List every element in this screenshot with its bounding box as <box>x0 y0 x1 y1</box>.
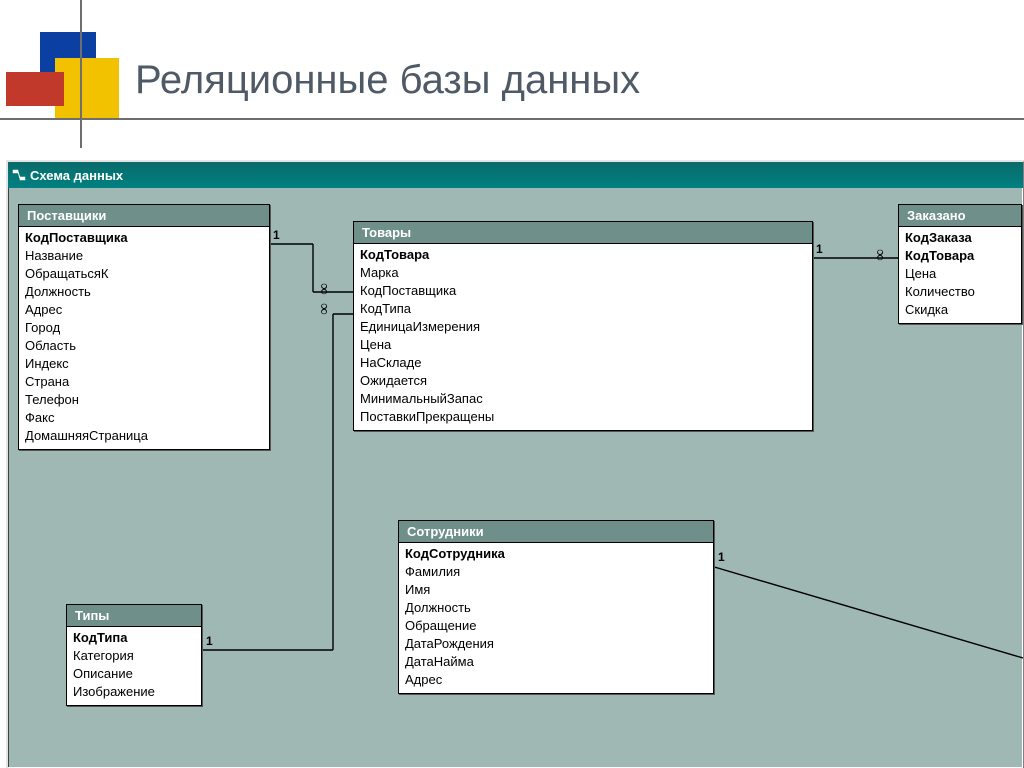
slide-title: Реляционные базы данных <box>135 58 640 103</box>
field[interactable]: КодПоставщика <box>360 282 806 300</box>
window-titlebar[interactable]: Схема данных <box>8 162 1023 188</box>
cardinality-label: 1 <box>816 242 823 256</box>
field[interactable]: Индекс <box>25 355 263 373</box>
field[interactable]: Название <box>25 247 263 265</box>
field[interactable]: ПоставкиПрекращены <box>360 408 806 426</box>
entity-body: КодТовара Марка КодПоставщика КодТипа Ед… <box>354 244 812 430</box>
field[interactable]: Изображение <box>73 683 195 701</box>
relationships-icon <box>12 168 26 182</box>
field[interactable]: КодТипа <box>73 629 195 647</box>
entity-header: Сотрудники <box>399 521 713 543</box>
field[interactable]: НаСкладе <box>360 354 806 372</box>
entity-employees[interactable]: Сотрудники КодСотрудника Фамилия Имя Дол… <box>398 520 714 694</box>
field[interactable]: Скидка <box>905 301 1015 319</box>
entity-types[interactable]: Типы КодТипа Категория Описание Изображе… <box>66 604 202 706</box>
entity-body: КодСотрудника Фамилия Имя Должность Обра… <box>399 543 713 693</box>
field[interactable]: КодТовара <box>905 247 1015 265</box>
field[interactable]: Адрес <box>405 671 707 689</box>
entity-body: КодТипа Категория Описание Изображение <box>67 627 201 705</box>
field[interactable]: Цена <box>905 265 1015 283</box>
decor-block-yellow <box>55 58 119 118</box>
field[interactable]: Фамилия <box>405 563 707 581</box>
field[interactable]: Категория <box>73 647 195 665</box>
entity-header: Типы <box>67 605 201 627</box>
decor-block-red <box>6 72 64 106</box>
field[interactable]: Город <box>25 319 263 337</box>
field[interactable]: Страна <box>25 373 263 391</box>
field[interactable]: Ожидается <box>360 372 806 390</box>
entity-suppliers[interactable]: Поставщики КодПоставщика Название Обраща… <box>18 204 270 450</box>
decor-horizontal-line <box>0 118 1024 120</box>
field[interactable]: Должность <box>405 599 707 617</box>
field[interactable]: ОбращатьсяК <box>25 265 263 283</box>
field[interactable]: Телефон <box>25 391 263 409</box>
field[interactable]: Описание <box>73 665 195 683</box>
decor-vertical-line <box>80 0 82 148</box>
field[interactable]: МинимальныйЗапас <box>360 390 806 408</box>
field[interactable]: ДомашняяСтраница <box>25 427 263 445</box>
field[interactable]: Количество <box>905 283 1015 301</box>
cardinality-label: ∞ <box>315 303 333 314</box>
cardinality-label: 1 <box>273 228 280 242</box>
entity-header: Товары <box>354 222 812 244</box>
field[interactable]: Обращение <box>405 617 707 635</box>
field[interactable]: ДатаРождения <box>405 635 707 653</box>
field[interactable]: Имя <box>405 581 707 599</box>
field[interactable]: КодПоставщика <box>25 229 263 247</box>
field[interactable]: Марка <box>360 264 806 282</box>
field[interactable]: Область <box>25 337 263 355</box>
field[interactable]: Факс <box>25 409 263 427</box>
field[interactable]: КодЗаказа <box>905 229 1015 247</box>
schema-window: Схема данных Поставщики КодПоставщика На… <box>6 160 1024 768</box>
window-title: Схема данных <box>30 168 123 183</box>
cardinality-label: 1 <box>206 634 213 648</box>
cardinality-label: 1 <box>718 550 725 564</box>
entity-header: Заказано <box>899 205 1021 227</box>
field[interactable]: Цена <box>360 336 806 354</box>
entity-body: КодПоставщика Название ОбращатьсяК Должн… <box>19 227 269 449</box>
field[interactable]: ЕдиницаИзмерения <box>360 318 806 336</box>
field[interactable]: Адрес <box>25 301 263 319</box>
entity-ordered[interactable]: Заказано КодЗаказа КодТовара Цена Количе… <box>898 204 1022 324</box>
entity-header: Поставщики <box>19 205 269 227</box>
slide-stage: Реляционные базы данных Схема данных Пос… <box>0 0 1024 768</box>
field[interactable]: КодТипа <box>360 300 806 318</box>
field[interactable]: Должность <box>25 283 263 301</box>
schema-canvas[interactable]: Поставщики КодПоставщика Название Обраща… <box>8 188 1023 768</box>
entity-body: КодЗаказа КодТовара Цена Количество Скид… <box>899 227 1021 323</box>
cardinality-label: ∞ <box>871 249 889 260</box>
field[interactable]: КодСотрудника <box>405 545 707 563</box>
entity-products[interactable]: Товары КодТовара Марка КодПоставщика Код… <box>353 221 813 431</box>
field[interactable]: КодТовара <box>360 246 806 264</box>
cardinality-label: ∞ <box>315 283 333 294</box>
field[interactable]: ДатаНайма <box>405 653 707 671</box>
